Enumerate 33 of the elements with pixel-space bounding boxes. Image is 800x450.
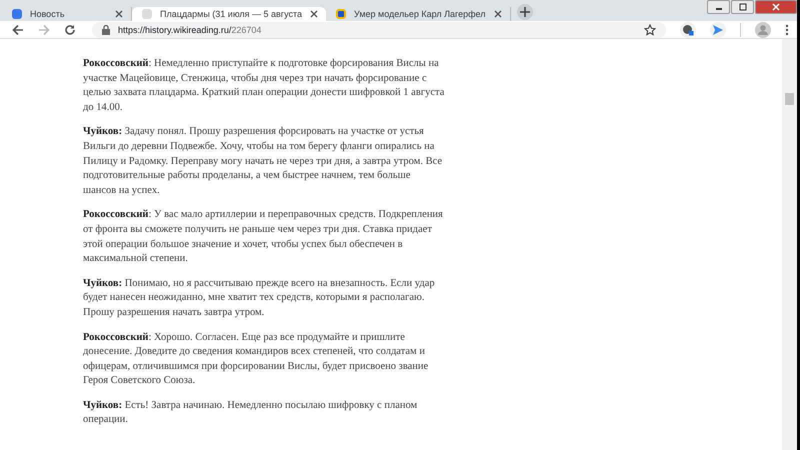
profile-avatar-icon[interactable] (755, 22, 771, 38)
article-paragraph: Чуйков: Задачу понял. Прошу разрешения форсировать на участке от устья Вильги до деревни Подвежбе. Хочу, чтобы на том берегу фланги опирались на Пилицу и Радомку. Переправу могу начать не через три дня, а завтра утром. Все подготовительные работы проделаны, а чем быстрее начнем, тем больше шансов на успех. (83, 125, 444, 198)
tab-close-icon[interactable] (310, 10, 318, 18)
new-tab-button[interactable] (516, 4, 532, 20)
url-text: https://history.wikireading.ru/226704 (118, 24, 262, 34)
address-bar[interactable]: https://history.wikireading.ru/226704 (92, 22, 666, 38)
back-icon[interactable] (12, 24, 24, 36)
close-button[interactable] (755, 0, 797, 14)
plus-icon (520, 7, 530, 17)
close-icon (772, 3, 780, 11)
maximize-icon (738, 3, 746, 11)
article-paragraph: Чуйков: Есть! Завтра начинаю. Немедленно посылаю шифровку с планом операции. (83, 398, 418, 428)
minimize-button[interactable] (707, 0, 730, 14)
favicon-icon (336, 9, 346, 19)
reload-icon[interactable] (64, 24, 76, 36)
lock-icon (102, 24, 110, 34)
tab-close-icon[interactable] (494, 10, 502, 18)
article-paragraph: Рокоссовский: Немедленно приступайте к подготовке форсирования Вислы на участке Мацейовице, Стенжица, чтобы дня через три начать форсирование с целью захвата плацдарма. Краткий план операции донести шифровкой 1 августа до 14.00. (83, 57, 445, 115)
maximize-button[interactable] (731, 0, 754, 14)
favicon-icon (12, 9, 22, 19)
tab-close-icon[interactable] (115, 10, 123, 18)
extension-play-icon[interactable] (710, 22, 726, 38)
article-paragraph: Чуйков: Понимаю, но я рассчитываю прежде всего на внезапность. Если удар будет нанесен неожиданно, мне хватит тех средств, которыми я располагаю. Прошу разрешения начать завтра утром. (83, 276, 436, 320)
browser-tab[interactable]: Новость (2, 7, 132, 21)
article-paragraph: Рокоссовский: Хорошо. Согласен. Еще раз все продумайте и пришлите донесение. Доведите до сведения командиров всех степеней, что солдатам и офицерам, отличившимся при форсировании Вислы, будет присвоено звание Героя Советского Союза. (83, 330, 430, 388)
article-paragraph: Рокоссовский: У вас мало артиллерии и переправочных средств. Подкрепления от фронта вы сможете получить не раньше чем через три дня. Ставка придает этой операции большое значение и хочет, чтобы успех был обеспечен в максимальной степени. (83, 208, 444, 266)
menu-dots-icon[interactable] (785, 24, 789, 36)
favicon-icon (142, 9, 152, 19)
scrollbar[interactable] (782, 39, 797, 450)
browser-tab[interactable]: Умер модельер Карл Лагерфел (326, 7, 510, 21)
extension-globe-icon[interactable] (680, 22, 696, 38)
browser-tab[interactable]: Плацдармы (31 июля — 5 августа (132, 7, 326, 21)
bookmark-star-icon[interactable] (644, 24, 656, 36)
